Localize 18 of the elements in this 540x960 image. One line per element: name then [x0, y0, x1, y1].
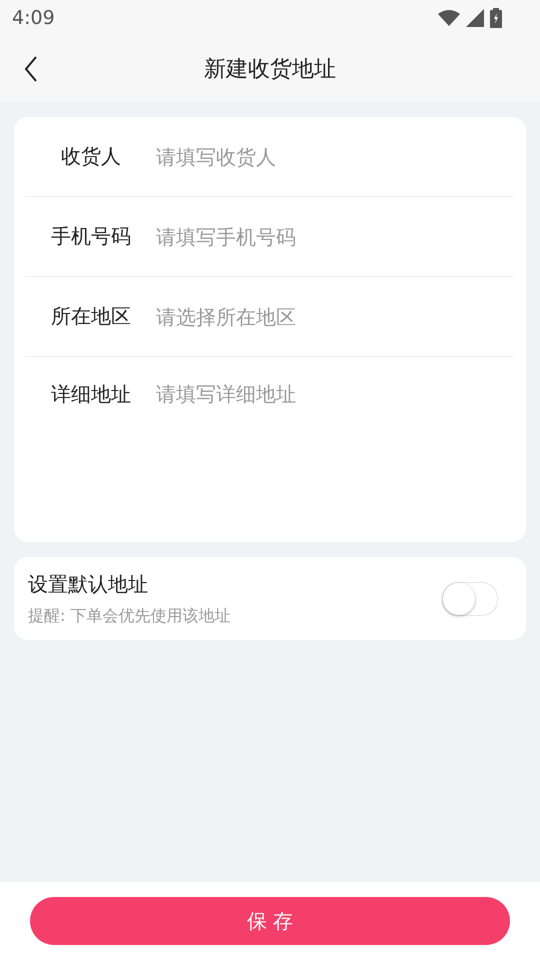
toggle-switch[interactable]	[442, 582, 498, 616]
input-field[interactable]: 请填写详细地址	[156, 381, 514, 421]
page-title: 新建收货地址	[204, 56, 336, 84]
field-label: 收货人	[60, 143, 122, 170]
input-field[interactable]: 请填写收货人	[156, 144, 514, 168]
select-field[interactable]: 请选择所在地区	[156, 304, 514, 328]
input-field[interactable]: 请填写手机号码	[156, 224, 514, 248]
back-icon[interactable]	[24, 56, 38, 82]
field-label: 所在地区	[50, 303, 132, 330]
save-button[interactable]: 保 存	[30, 897, 510, 945]
status-time: 4:09	[12, 7, 55, 29]
signal-icon	[466, 9, 484, 27]
battery-icon	[490, 8, 502, 28]
setting-title: 设置默认地址	[28, 570, 149, 598]
setting-hint: 提醒: 下单会优先使用该地址	[28, 606, 230, 626]
wifi-icon	[438, 10, 460, 26]
field-label: 详细地址	[50, 381, 132, 408]
field-label: 手机号码	[50, 223, 132, 250]
